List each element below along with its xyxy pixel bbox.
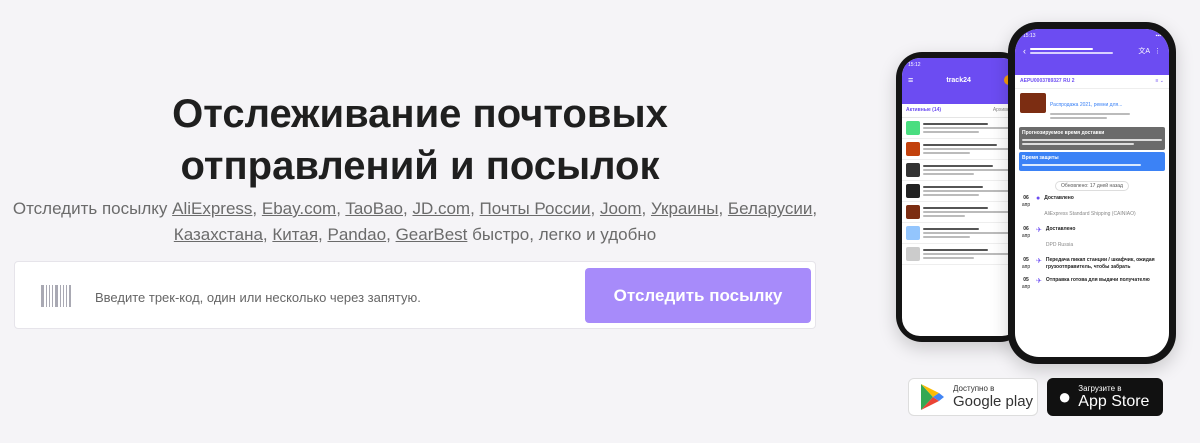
event-title: Отправка готова для выдачи получателю (1045, 277, 1150, 283)
timeline-event: 06 апр ✈ Доставлено DPD Russia (1020, 226, 1164, 251)
event-title: Доставлено (1044, 195, 1074, 201)
detail-header: 15:13 ▪▪▪ ‹ 文A ⋮ (1015, 29, 1169, 75)
link-ebay[interactable]: Ebay.com (262, 199, 336, 218)
timeline-event: 05 апр ✈ Отправка готова для выдачи получ… (1020, 277, 1164, 291)
more-icon[interactable]: ⋮ (1154, 47, 1161, 55)
link-kazakhstan[interactable]: Казахстана (174, 225, 263, 244)
link-jd[interactable]: JD.com (412, 199, 470, 218)
event-sub: AliExpress Standard Shipping (CAINIAO) (1044, 211, 1136, 217)
event-day: 05 (1023, 257, 1029, 263)
google-play-badge[interactable]: Доступно в Google play (908, 378, 1038, 416)
event-month: апр (1021, 284, 1031, 290)
google-play-small: Доступно в (953, 384, 995, 393)
list-item[interactable] (902, 181, 1020, 202)
apple-icon: ● (1058, 384, 1072, 409)
hero-subtitle: Отследить посылку AliExpress, Ebay.com, … (12, 199, 818, 244)
hero-title-line2: отправлений и посылок (180, 144, 660, 188)
app-store-label: App Store (1078, 393, 1150, 410)
item-title: Распродажа 2021, ремни для... (1050, 102, 1123, 108)
link-china[interactable]: Китая (272, 225, 318, 244)
list-item[interactable] (902, 223, 1020, 244)
tracking-input[interactable] (93, 280, 577, 314)
plane-icon: ✈ (1036, 227, 1042, 234)
app-store-small: Загрузите в (1078, 384, 1122, 393)
status-time: 15:13 (1023, 33, 1036, 39)
subtitle-prefix: Отследить посылку (12, 199, 168, 218)
list-item[interactable] (902, 160, 1020, 181)
pin-icon: ● (1036, 195, 1041, 202)
hero-title-line1: Отслеживание почтовых (172, 92, 668, 136)
phone-mockup-list: 15:12 ▪▪▪ ≡ track24 Активные (14) Архивн… (896, 52, 1026, 342)
link-pochta[interactable]: Почты России (480, 199, 591, 218)
event-sub: DPD Russia (1045, 242, 1074, 248)
event-month: апр (1021, 202, 1031, 208)
link-gearbest[interactable]: GearBest (396, 225, 468, 244)
tab-active[interactable]: Активные (14) (906, 107, 941, 114)
event-month: апр (1021, 233, 1031, 239)
event-title: Передача пикап станции / шкафчик, ожидая… (1045, 257, 1155, 270)
list-item[interactable] (902, 139, 1020, 160)
forecast-title: Прогнозируемое время доставки (1022, 130, 1105, 136)
tracking-form: Отследить посылку (14, 261, 816, 329)
app-screen-list: 15:12 ▪▪▪ ≡ track24 Активные (14) Архивн… (902, 58, 1020, 336)
list-icon[interactable]: ≡ ⌄ (1156, 78, 1165, 85)
list-item[interactable] (902, 118, 1020, 139)
link-joom[interactable]: Joom (600, 199, 642, 218)
plane-icon: ✈ (1036, 258, 1042, 265)
phone-mockup-detail: 15:13 ▪▪▪ ‹ 文A ⋮ AEPU0003789327 RU 2 ≡ ⌄… (1008, 22, 1176, 364)
event-day: 06 (1023, 226, 1029, 232)
link-taobao[interactable]: TaoBao (345, 199, 403, 218)
link-ukraine[interactable]: Украины (651, 199, 719, 218)
google-play-icon (921, 384, 944, 410)
event-day: 05 (1023, 277, 1029, 283)
event-title: Доставлено (1045, 226, 1076, 232)
status-time: 15:12 (908, 62, 921, 68)
timeline-event: 06 апр ● Доставлено AliExpress Standard Sh… (1020, 195, 1164, 220)
back-arrow-icon[interactable]: ‹ (1023, 46, 1026, 56)
app-header: 15:12 ▪▪▪ ≡ track24 (902, 58, 1020, 104)
barcode-icon (41, 285, 71, 307)
subtitle-suffix: быстро, легко и удобно (472, 225, 657, 244)
link-aliexpress[interactable]: AliExpress (172, 199, 252, 218)
event-month: апр (1021, 264, 1031, 270)
link-pandao[interactable]: Pandao (327, 225, 386, 244)
status-icons: ▪▪▪ (1155, 33, 1161, 39)
protect-title: Время защиты (1022, 155, 1059, 161)
translate-icon[interactable]: 文A (1138, 46, 1150, 56)
app-store-badge[interactable]: ● Загрузите в App Store (1047, 378, 1163, 416)
track-button[interactable]: Отследить посылку (585, 268, 811, 323)
event-timeline: 06 апр ● Доставлено AliExpress Standard Sh… (1015, 195, 1169, 291)
item-image (1020, 93, 1046, 113)
list-item[interactable] (902, 244, 1020, 265)
link-belarus[interactable]: Беларусии (728, 199, 813, 218)
forecast-banner: Прогнозируемое время доставки (1019, 127, 1165, 150)
list-item[interactable] (902, 202, 1020, 223)
google-play-label: Google play (953, 393, 1034, 410)
updated-badge[interactable]: Обновлено: 17 дней назад (1055, 181, 1129, 191)
plane-icon: ✈ (1036, 278, 1042, 285)
app-screen-detail: 15:13 ▪▪▪ ‹ 文A ⋮ AEPU0003789327 RU 2 ≡ ⌄… (1015, 29, 1169, 357)
track-code: AEPU0003789327 RU 2 (1020, 78, 1075, 84)
hero-title: Отслеживание почтовых отправлений и посы… (90, 88, 750, 192)
menu-icon[interactable]: ≡ (908, 75, 913, 85)
app-logo: track24 (946, 76, 971, 84)
timeline-event: 05 апр ✈ Передача пикап станции / шкафчик… (1020, 257, 1164, 271)
protection-banner: Время защиты (1019, 152, 1165, 171)
event-day: 06 (1023, 195, 1029, 201)
parcel-list (902, 118, 1020, 265)
